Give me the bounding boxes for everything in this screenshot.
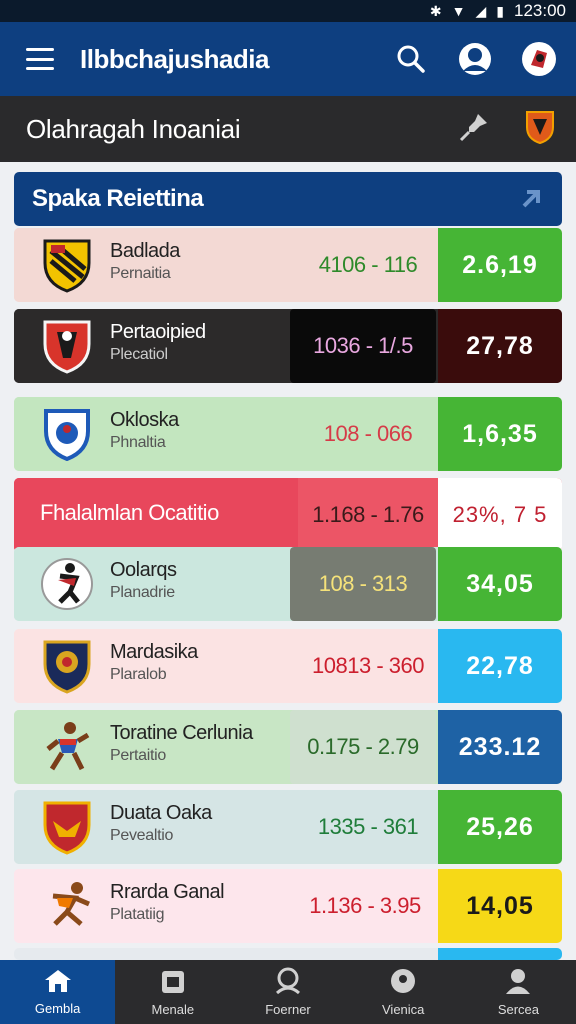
bluetooth-icon: ✱ xyxy=(429,2,442,19)
blue-crest-icon xyxy=(38,405,96,463)
nav-item-gembla[interactable]: Gembla xyxy=(0,960,116,1024)
nav-item-menale[interactable]: Menale xyxy=(115,960,230,1024)
match-row-partial[interactable] xyxy=(14,948,562,960)
nav-label: Sercea xyxy=(497,1002,540,1017)
list-header-title: Spaka Reiettina xyxy=(32,185,204,212)
odds-value[interactable]: 0.175 - 2.79 xyxy=(290,710,436,784)
odds-badge[interactable]: 22,78 xyxy=(438,629,562,703)
nav-label: Vienica xyxy=(382,1002,425,1017)
match-row[interactable]: Rrarda Ganal Platatiig 1.136 - 3.95 14,05 xyxy=(14,869,562,943)
team-name: Mardasika xyxy=(110,641,198,663)
team-names: Mardasika Plaralob xyxy=(110,641,198,684)
odds-value[interactable]: 4106 - 116 xyxy=(298,228,438,302)
eagle-shield-icon xyxy=(38,798,96,856)
lion-crest-icon xyxy=(38,637,96,695)
nav-item-vienica[interactable]: Vienica xyxy=(346,960,461,1024)
home-icon xyxy=(43,968,73,1001)
match-row[interactable]: Fhalalmlan Ocatitio 1.168 - 1.76 23%, 7 5 xyxy=(14,478,562,552)
team-name: Pertaoipied xyxy=(110,321,206,343)
team-subtitle: Plaralob xyxy=(110,666,167,683)
hamburger-icon[interactable] xyxy=(26,48,54,70)
team-name: Okloska xyxy=(110,409,179,431)
status-time: 123:00 xyxy=(514,1,566,20)
team-name: Oolarqs xyxy=(110,559,177,581)
team-subtitle: Platatiig xyxy=(110,906,165,923)
team-subtitle: Plecatiol xyxy=(110,346,168,363)
app-bar: Ilbbchajushadia xyxy=(0,22,576,96)
team-name: Fhalalmlan Ocatitio xyxy=(40,500,219,525)
odds-badge[interactable]: 2.6,19 xyxy=(438,228,562,302)
runner-icon xyxy=(38,718,96,776)
odds-badge[interactable]: 34,05 xyxy=(438,547,562,621)
list-header[interactable]: Spaka Reiettina xyxy=(14,172,562,226)
odds-badge[interactable]: 14,05 xyxy=(438,869,562,943)
search-icon[interactable] xyxy=(392,40,430,78)
team-names: Fhalalmlan Ocatitio xyxy=(40,500,219,526)
odds-badge[interactable]: 25,26 xyxy=(438,790,562,864)
team-names: Badlada Pernaitia xyxy=(110,240,180,283)
team-subtitle: Planadrie xyxy=(110,584,175,601)
team-crest-icon[interactable] xyxy=(520,40,558,78)
nav-item-foerner[interactable]: Foerner xyxy=(230,960,345,1024)
team-name: Rrarda Ganal xyxy=(110,881,225,903)
status-bar: ✱ ▼ ◢ ▮ 123:00 xyxy=(0,0,576,22)
pin-icon[interactable] xyxy=(458,111,490,148)
match-list: Spaka Reiettina Badlada Pernaitia 4106 - 1… xyxy=(0,162,576,960)
user-icon xyxy=(504,967,532,1002)
section-bar: Olahragah Inoaniai xyxy=(0,96,576,162)
team-subtitle: Phnaltia xyxy=(110,434,166,451)
team-names: Pertaoipied Plecatiol xyxy=(110,321,206,364)
match-row[interactable]: Okloska Phnaltia 108 - 066 1,6,35 xyxy=(14,397,562,471)
account-icon[interactable] xyxy=(456,40,494,78)
match-row[interactable]: Oolarqs Planadrie 108 - 313 34,05 xyxy=(14,547,562,621)
team-name: Toratine Cerlunia xyxy=(110,722,253,744)
nav-label: Gembla xyxy=(34,1001,81,1016)
odds-badge[interactable]: 233.12 xyxy=(438,710,562,784)
team-name: Badlada xyxy=(110,240,180,262)
team-name: Duata Oaka xyxy=(110,802,212,824)
section-title: Olahragah Inoaniai xyxy=(26,113,241,144)
odds-badge[interactable]: 27,78 xyxy=(438,309,562,383)
team-names: Oolarqs Planadrie xyxy=(110,559,177,602)
match-row[interactable]: Mardasika Plaralob 10813 - 360 22,78 xyxy=(14,629,562,703)
team-names: Rrarda Ganal Platatiig xyxy=(110,881,225,924)
team-names: Okloska Phnaltia xyxy=(110,409,179,452)
app-title: Ilbbchajushadia xyxy=(80,43,270,74)
match-row[interactable]: Badlada Pernaitia 4106 - 116 2.6,19 xyxy=(14,228,562,302)
ball-icon xyxy=(389,967,417,1002)
odds-value[interactable]: 108 - 313 xyxy=(290,547,436,621)
red-shield-icon xyxy=(38,317,96,375)
battery-icon: ▮ xyxy=(496,2,504,19)
odds-value[interactable]: 1036 - 1/.5 xyxy=(290,309,436,383)
wifi-icon: ▼ xyxy=(451,3,466,19)
match-row[interactable]: Toratine Cerlunia Pertaitio 0.175 - 2.79 23… xyxy=(14,710,562,784)
team-subtitle: Pertaitio xyxy=(110,747,166,764)
odds-badge[interactable]: 23%, 7 5 xyxy=(438,478,562,552)
team-names: Toratine Cerlunia Pertaitio xyxy=(110,722,253,765)
signal-icon: ◢ xyxy=(475,2,487,19)
odds-value[interactable]: 108 - 066 xyxy=(298,397,438,471)
player-icon xyxy=(38,555,96,613)
nav-item-sercea[interactable]: Sercea xyxy=(461,960,576,1024)
odds-badge[interactable]: 1,6,35 xyxy=(438,397,562,471)
team-subtitle: Pernaitia xyxy=(110,265,171,282)
match-row[interactable]: Pertaoipied Plecatiol 1036 - 1/.5 27,78 xyxy=(14,309,562,383)
sprinter-icon xyxy=(38,877,96,935)
match-row[interactable]: Duata Oaka Pevealtio 1335 - 361 25,26 xyxy=(14,790,562,864)
striped-shield-icon xyxy=(38,236,96,294)
profile-icon xyxy=(274,967,302,1002)
bottom-nav: Gembla Menale Foerner Vienica Sercea xyxy=(0,960,576,1024)
odds-value[interactable]: 1.136 - 3.95 xyxy=(292,869,438,943)
odds-value[interactable]: 1335 - 361 xyxy=(298,790,438,864)
odds-value[interactable]: 1.168 - 1.76 xyxy=(298,478,438,552)
bag-icon xyxy=(159,967,187,1002)
nav-label: Menale xyxy=(151,1002,195,1017)
team-names: Duata Oaka Pevealtio xyxy=(110,802,212,845)
odds-badge xyxy=(438,948,562,960)
nav-label: Foerner xyxy=(265,1002,311,1017)
team-subtitle: Pevealtio xyxy=(110,827,174,844)
arrow-up-right-icon xyxy=(522,190,540,208)
odds-value[interactable]: 10813 - 360 xyxy=(298,629,438,703)
team-shield-icon[interactable] xyxy=(524,109,556,150)
